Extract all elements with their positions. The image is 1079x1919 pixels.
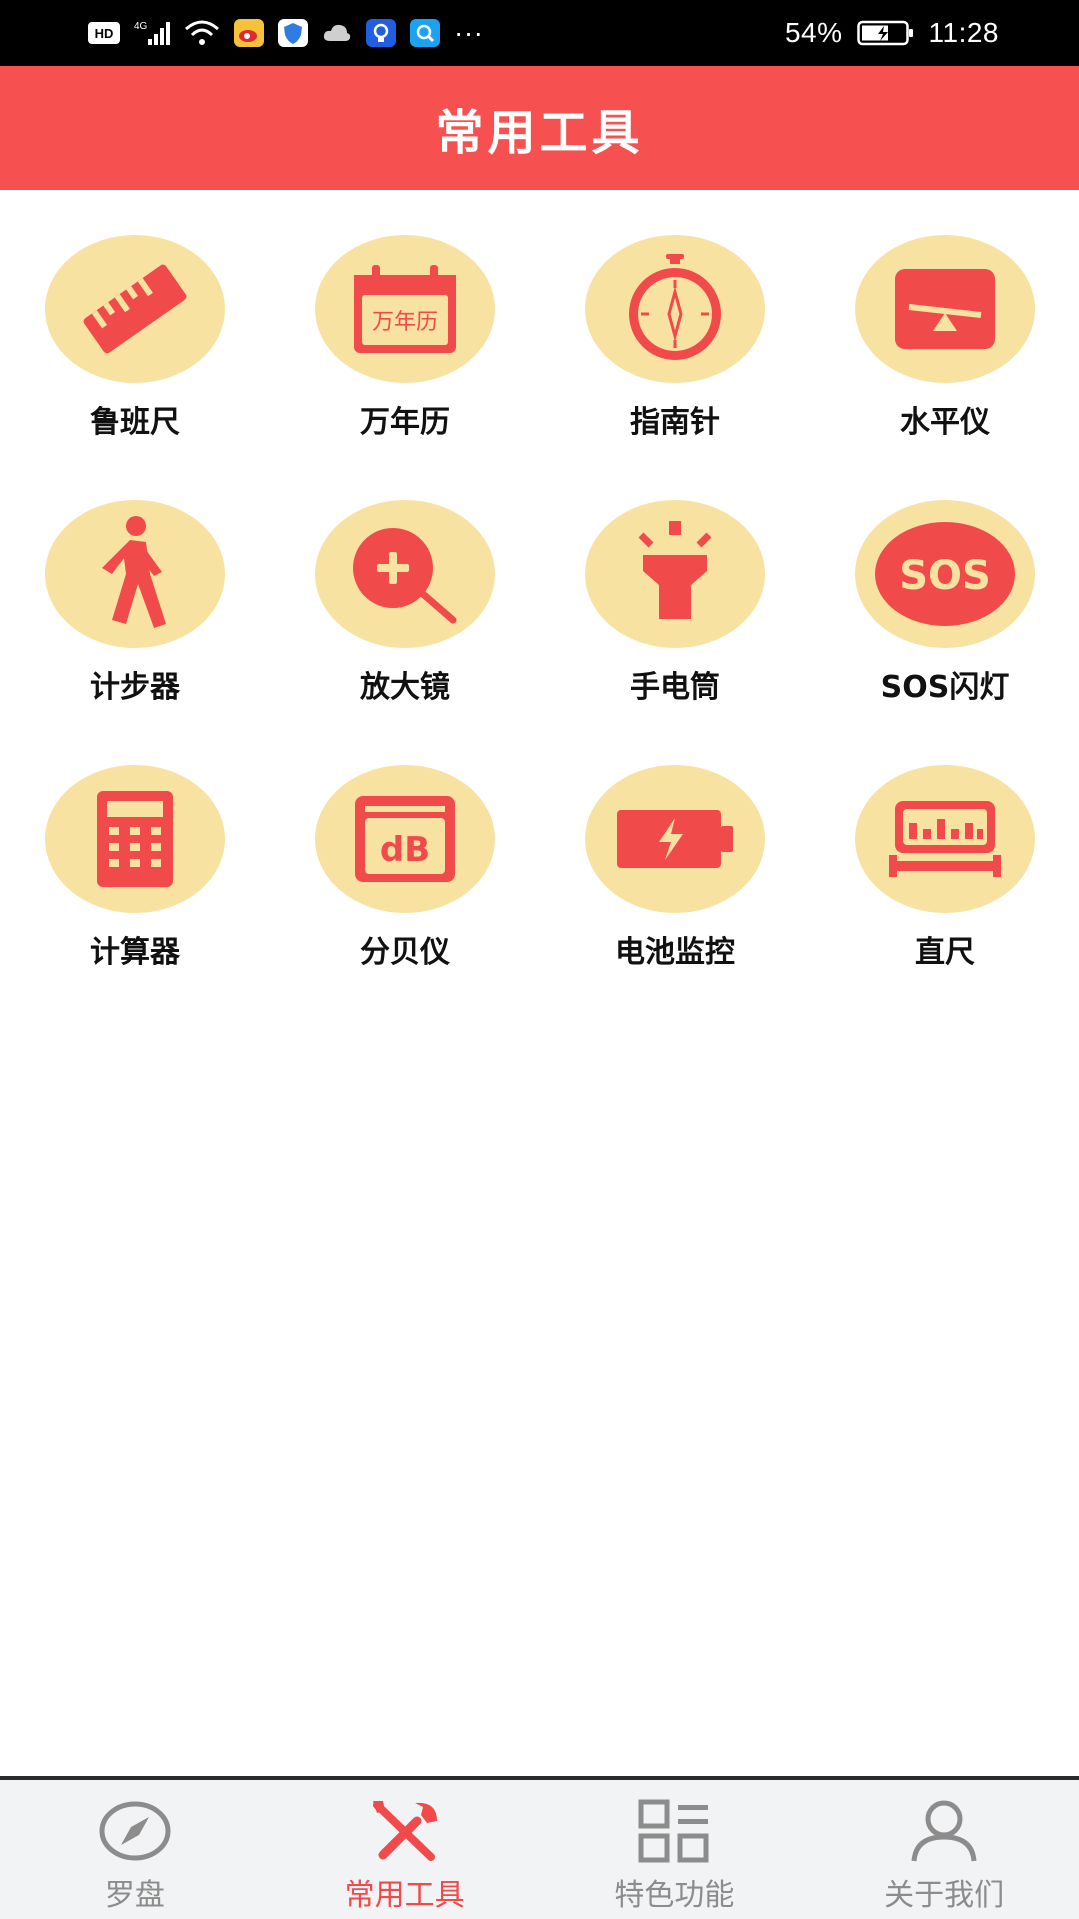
tool-circle [45,235,225,383]
weibo-icon [234,19,264,47]
tool-calculator[interactable]: 计算器 [0,720,270,985]
cloud-icon [322,21,352,45]
tool-sos[interactable]: SOS SOS闪灯 [810,455,1079,720]
tool-pedometer[interactable]: 计步器 [0,455,270,720]
tool-label: 电池监控 [615,935,735,970]
nav-about[interactable]: 关于我们 [809,1780,1079,1919]
nav-features[interactable]: 特色功能 [540,1780,810,1919]
decibel-meter-icon: dB [355,796,455,882]
svg-text:万年历: 万年历 [372,310,438,335]
tool-circle [585,235,765,383]
tool-level[interactable]: 水平仪 [810,190,1079,455]
tool-label: 万年历 [360,405,450,440]
calculator-icon [97,791,173,887]
tool-flashlight[interactable]: 手电筒 [540,455,810,720]
hd-icon: HD [88,22,120,44]
nav-label: 关于我们 [884,1878,1005,1913]
bottom-nav: 罗盘 常用工具 特色功能 关于我们 [0,1776,1079,1919]
ruler-diagonal-icon [83,264,187,354]
tool-circle [585,500,765,648]
svg-text:4G: 4G [134,21,148,32]
tool-circle [855,765,1035,913]
tool-circle [855,235,1035,383]
clock: 11:28 [928,17,999,48]
tool-label: 计算器 [90,935,180,970]
tool-calendar[interactable]: 万年历 万年历 [270,190,540,455]
magnifier-icon [353,528,457,624]
tool-circle [45,765,225,913]
tool-label: 分贝仪 [360,935,450,970]
tool-ruler[interactable]: 直尺 [810,720,1079,985]
sos-icon: SOS [875,522,1015,626]
tool-magnifier[interactable]: 放大镜 [270,455,540,720]
nav-tools[interactable]: 常用工具 [270,1780,540,1919]
svg-text:HD: HD [95,26,114,41]
tool-circle: dB [315,765,495,913]
tool-label: 计步器 [90,670,180,705]
wifi-icon [184,19,220,47]
tool-circle: SOS [855,500,1035,648]
search-app-icon [410,19,440,47]
tool-label: 直尺 [915,935,975,970]
grid-nav-icon [636,1798,712,1864]
battery-charging-icon [856,19,915,47]
battery-percent: 54% [784,17,843,48]
screen: HD 4G ··· 54% 11:28 常用工具 鲁班尺 万年历 万年历 指南针… [0,0,1079,1919]
tool-label: SOS闪灯 [880,670,1010,705]
calendar-icon: 万年历 [354,265,456,353]
tool-decibel[interactable]: dB 分贝仪 [270,720,540,985]
flashlight-icon [638,521,712,619]
status-bar: HD 4G ··· 54% 11:28 [0,0,1079,66]
status-right: 54% 11:28 [785,17,999,49]
tool-battery-monitor[interactable]: 电池监控 [540,720,810,985]
walking-person-icon [102,516,166,628]
more-notifications: ··· [454,17,484,48]
page-title: 常用工具 [435,105,644,161]
tool-label: 手电筒 [630,670,720,705]
compass-nav-icon [97,1798,173,1864]
tool-circle [45,500,225,648]
ruler-icon [889,801,1001,877]
shield-icon [278,19,308,47]
compass-icon [629,254,721,360]
tool-luban-ruler[interactable]: 鲁班尺 [0,190,270,455]
tool-label: 放大镜 [360,670,450,705]
nav-label: 特色功能 [614,1878,735,1913]
tool-circle [315,500,495,648]
tool-label: 鲁班尺 [90,405,180,440]
nav-label: 罗盘 [104,1878,165,1913]
tool-circle [585,765,765,913]
tool-label: 指南针 [630,405,720,440]
nav-compass[interactable]: 罗盘 [0,1780,270,1919]
tool-label: 水平仪 [900,405,990,440]
tool-circle: 万年历 [315,235,495,383]
tool-compass[interactable]: 指南针 [540,190,810,455]
battery-icon [617,810,733,868]
svg-text:dB: dB [380,830,430,870]
tools-nav-icon [367,1798,443,1864]
tools-grid: 鲁班尺 万年历 万年历 指南针 水平仪 计步器 放大镜 手电筒 SOS SOS闪… [0,190,1079,985]
svg-text:SOS: SOS [899,553,991,599]
status-left: HD 4G ··· [88,17,483,49]
user-nav-icon [906,1798,982,1864]
app-header: 常用工具 [0,66,1079,190]
nav-label: 常用工具 [344,1878,465,1913]
cell-signal-icon: 4G [134,19,170,47]
lightbulb-icon [366,19,396,47]
level-seesaw-icon [895,269,995,349]
